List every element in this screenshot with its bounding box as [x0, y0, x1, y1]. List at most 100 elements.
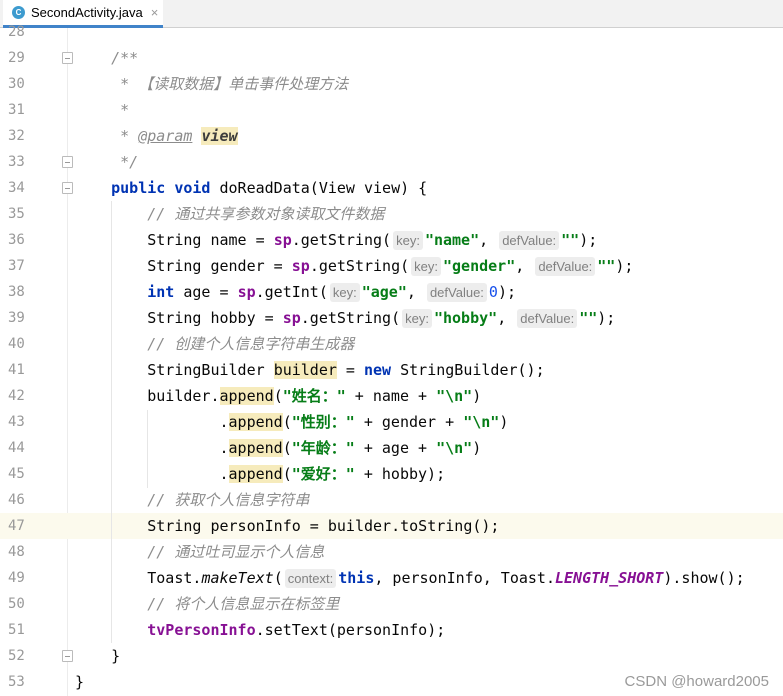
line-number: 38	[8, 284, 25, 300]
code-token: @param	[138, 127, 193, 145]
parameter-hint: key:	[402, 309, 432, 328]
line-number: 33	[8, 154, 25, 170]
code-text: // 通过共享参数对象读取文件数据	[75, 201, 384, 227]
code-token: (	[282, 465, 292, 483]
code-token: "\n"	[463, 413, 500, 431]
code-token: append	[228, 439, 283, 457]
code-line[interactable]: 42 builder.append("姓名：" + name + "\n")	[0, 383, 783, 409]
code-line[interactable]: 39 String hobby = sp.getString(key: "hobb…	[0, 305, 783, 331]
code-token: "hobby"	[433, 309, 498, 327]
code-line[interactable]: 43 .append("性别：" + gender + "\n")	[0, 409, 783, 435]
code-token: .	[75, 413, 229, 431]
code-token: append	[219, 387, 274, 405]
code-text: tvPersonInfo.setText(personInfo);	[75, 617, 445, 643]
parameter-hint: key:	[411, 257, 441, 276]
code-text: // 创建个人信息字符串生成器	[75, 331, 354, 357]
code-token: .getString(	[300, 309, 401, 327]
code-line[interactable]: 32 * @param view	[0, 123, 783, 149]
fold-icon[interactable]	[62, 650, 73, 662]
code-text: .append("性别：" + gender + "\n")	[75, 409, 508, 435]
code-token: );	[597, 309, 616, 327]
line-number: 39	[8, 310, 25, 326]
line-number: 53	[8, 674, 25, 690]
code-text: /**	[75, 45, 138, 71]
code-token: )	[499, 413, 509, 431]
code-line[interactable]: 49 Toast.makeText(context: this, personIn…	[0, 565, 783, 591]
parameter-hint: defValue:	[517, 309, 578, 328]
code-token: }	[75, 673, 85, 691]
code-editor[interactable]: 28 29 /** 30 * 【读取数据】单击事件处理方法 31 * 32 * @par…	[0, 19, 783, 695]
line-number: 34	[8, 180, 25, 196]
code-line[interactable]: 29 /**	[0, 45, 783, 71]
code-text: StringBuilder builder = new StringBuilde…	[75, 357, 545, 383]
code-line[interactable]: 35 // 通过共享参数对象读取文件数据	[0, 201, 783, 227]
parameter-hint: context:	[284, 569, 337, 588]
parameter-hint: defValue:	[535, 257, 596, 276]
code-token: builder	[273, 361, 337, 379]
code-text: String personInfo = builder.toString();	[75, 513, 499, 539]
code-line[interactable]: 31 *	[0, 97, 783, 123]
code-token: *	[75, 101, 130, 119]
code-token: StringBuilder();	[391, 361, 545, 379]
code-line[interactable]: 47 String personInfo = builder.toString(…	[0, 513, 783, 539]
code-token: "\n"	[436, 387, 473, 405]
parameter-hint: defValue:	[499, 231, 560, 250]
line-number: 50	[8, 596, 25, 612]
code-token: )	[472, 387, 482, 405]
code-token: String name =	[75, 231, 274, 249]
code-token: sp	[282, 309, 301, 327]
code-token: .getInt(	[255, 283, 328, 301]
code-line[interactable]: 50 // 将个人信息显示在标签里	[0, 591, 783, 617]
code-line[interactable]: 48 // 通过吐司显示个人信息	[0, 539, 783, 565]
line-number: 35	[8, 206, 25, 222]
code-line[interactable]: 34 public void doReadData(View view) {	[0, 175, 783, 201]
code-token: // 通过共享参数对象读取文件数据	[75, 205, 385, 223]
code-token: .setText(personInfo);	[255, 621, 446, 639]
line-number: 40	[8, 336, 25, 352]
fold-icon[interactable]	[62, 156, 73, 168]
code-line[interactable]: 28	[0, 19, 783, 45]
parameter-hint: key:	[393, 231, 423, 250]
indent-guide	[147, 410, 148, 488]
code-token: tvPersonInfo	[147, 621, 256, 639]
line-number: 48	[8, 544, 25, 560]
code-line[interactable]: 51 tvPersonInfo.setText(personInfo);	[0, 617, 783, 643]
code-line[interactable]: 30 * 【读取数据】单击事件处理方法	[0, 71, 783, 97]
tab-title: SecondActivity.java	[31, 5, 143, 20]
fold-icon[interactable]	[62, 182, 73, 194]
code-token: + hobby);	[354, 465, 446, 483]
code-token: public void	[111, 179, 211, 197]
line-number: 31	[8, 102, 25, 118]
close-icon[interactable]: ×	[151, 5, 159, 20]
code-token: view	[201, 127, 238, 145]
parameter-hint: key:	[329, 283, 360, 302]
code-line[interactable]: 37 String gender = sp.getString(key: "gen…	[0, 253, 783, 279]
code-token: ,	[515, 257, 534, 275]
code-token: + gender +	[354, 413, 464, 431]
line-number: 30	[8, 76, 25, 92]
line-number: 45	[8, 466, 25, 482]
fold-icon[interactable]	[62, 52, 73, 64]
code-line[interactable]: 46 // 获取个人信息字符串	[0, 487, 783, 513]
code-token: "\n"	[436, 439, 473, 457]
code-text: *	[75, 97, 129, 123]
code-line[interactable]: 52 }	[0, 643, 783, 669]
code-line[interactable]: 41 StringBuilder builder = new StringBui…	[0, 357, 783, 383]
code-token: StringBuilder	[75, 361, 274, 379]
code-line[interactable]: 36 String name = sp.getString(key: "name"…	[0, 227, 783, 253]
line-number: 42	[8, 388, 25, 404]
code-token: "年龄："	[291, 439, 355, 457]
code-token: ).show();	[663, 569, 745, 587]
code-token: "性别："	[291, 413, 355, 431]
code-line[interactable]: 44 .append("年龄：" + age + "\n")	[0, 435, 783, 461]
indent-guide	[111, 201, 112, 643]
class-icon: C	[12, 6, 25, 19]
code-line[interactable]: 45 .append("爱好：" + hobby);	[0, 461, 783, 487]
line-number: 44	[8, 440, 25, 456]
code-token: .getString(	[309, 257, 410, 275]
code-line[interactable]: 33 */	[0, 149, 783, 175]
line-number: 29	[8, 50, 25, 66]
code-line[interactable]: 38 int age = sp.getInt(key: "age", defVal…	[0, 279, 783, 305]
code-line[interactable]: 40 // 创建个人信息字符串生成器	[0, 331, 783, 357]
